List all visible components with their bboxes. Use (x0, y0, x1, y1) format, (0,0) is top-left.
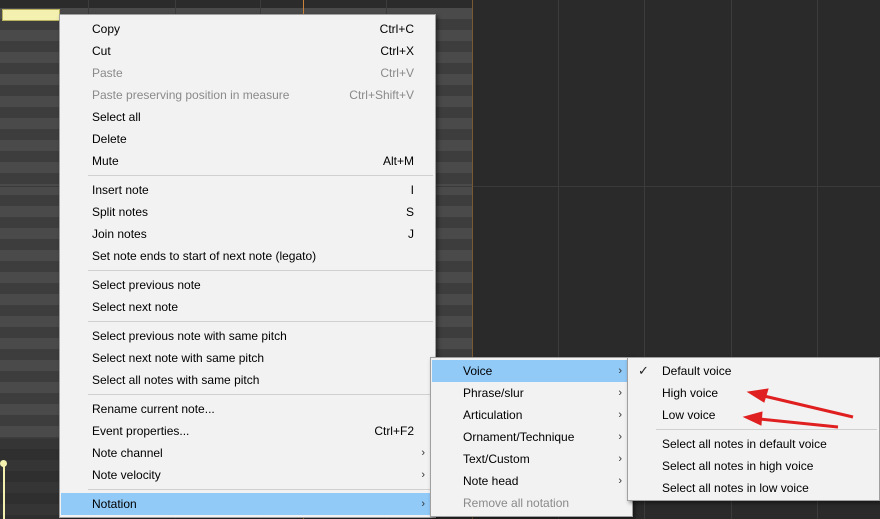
annotation-arrows (742, 388, 854, 429)
annotation-arrow-high-voice (763, 394, 854, 419)
annotation-arrow-low-voice (759, 417, 839, 429)
arrowhead-icon (742, 411, 763, 426)
arrowhead-icon (746, 388, 769, 403)
